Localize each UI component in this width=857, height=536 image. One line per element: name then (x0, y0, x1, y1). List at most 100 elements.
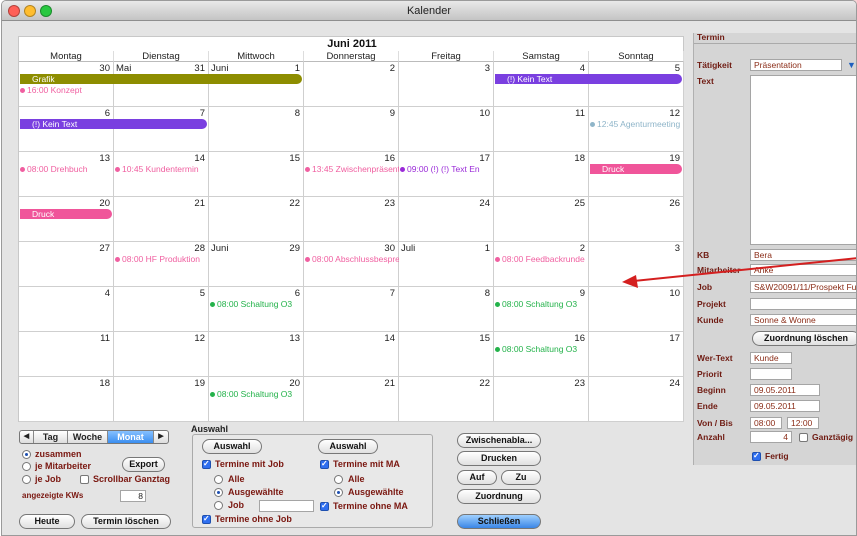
allday-event-bar[interactable]: (!) Kein Text (20, 119, 207, 129)
zuordnung-button[interactable]: Zuordnung (457, 489, 541, 504)
job-filter-field[interactable] (259, 500, 314, 512)
beginn-field[interactable]: 09.05.2011 (750, 384, 820, 396)
day-cell[interactable]: 6 (19, 107, 114, 152)
day-cell[interactable]: 4 (494, 62, 589, 107)
day-cell[interactable]: 3 (589, 242, 684, 287)
day-cell[interactable]: 15 (209, 152, 304, 197)
day-cell[interactable]: 11 (494, 107, 589, 152)
day-cell[interactable]: 10 (399, 107, 494, 152)
timed-event[interactable]: 08:00 Abschlussbesprechung (304, 254, 399, 265)
timed-event[interactable]: 16:00 Konzept (19, 85, 114, 96)
day-cell[interactable]: 22 (399, 377, 494, 422)
day-cell[interactable]: 14 (304, 332, 399, 377)
day-cell[interactable]: 22 (209, 197, 304, 242)
checkbox-termine-mit-job[interactable] (202, 459, 211, 469)
radio-ausgewaehlte-ma[interactable] (334, 488, 343, 497)
timed-event[interactable]: 08:00 Schaltung O3 (494, 344, 589, 355)
prioritaet-field[interactable] (750, 368, 792, 380)
checkbox-termine-ohne-job[interactable] (202, 514, 211, 524)
tab-tag[interactable]: Tag (34, 431, 68, 443)
kws-field[interactable]: 8 (120, 490, 146, 502)
day-cell[interactable]: 11 (19, 332, 114, 377)
day-cell[interactable]: 18 (19, 377, 114, 422)
radio-je-job[interactable] (22, 475, 31, 484)
checkbox-ganztaegig[interactable] (799, 433, 808, 442)
auswahl-job-button[interactable]: Auswahl (202, 439, 262, 454)
mitarbeiter-field[interactable]: Anke (750, 264, 856, 276)
zoom-icon[interactable] (40, 5, 52, 17)
day-cell[interactable]: 24 (399, 197, 494, 242)
kunde-field[interactable]: Sonne & Wonne (750, 314, 856, 326)
day-cell[interactable]: Mai 31 (114, 62, 209, 107)
radio-alle-job[interactable] (214, 475, 223, 484)
checkbox-fertig[interactable] (752, 451, 761, 461)
minimize-icon[interactable] (24, 5, 36, 17)
day-cell[interactable]: 10 (589, 287, 684, 332)
day-cell[interactable]: 27 (19, 242, 114, 287)
zu-button[interactable]: Zu (501, 470, 541, 485)
tab-woche[interactable]: Woche (68, 431, 108, 443)
timed-event[interactable]: 08:00 HF Produktion (114, 254, 209, 265)
wer-text-field[interactable]: Kunde (750, 352, 792, 364)
drucken-button[interactable]: Drucken (457, 451, 541, 466)
timed-event[interactable]: 13:45 Zwischenpräsentation (304, 164, 399, 175)
taetigkeit-select[interactable]: Präsentation (750, 59, 842, 71)
day-cell[interactable]: 25 (494, 197, 589, 242)
day-cell[interactable]: 26 (589, 197, 684, 242)
zwischenablage-button[interactable]: Zwischenabla... (457, 433, 541, 448)
day-cell[interactable]: 18 (494, 152, 589, 197)
day-cell[interactable]: 24 (589, 377, 684, 422)
timed-event[interactable]: 09:00 (!) (!) Text En (399, 164, 494, 175)
day-cell[interactable]: 7 (114, 107, 209, 152)
schliessen-button[interactable]: Schließen (457, 514, 541, 529)
day-cell[interactable]: 17 (589, 332, 684, 377)
day-cell[interactable]: 8 (399, 287, 494, 332)
checkbox-termine-mit-ma[interactable] (320, 459, 329, 469)
checkbox-scrollbar-ganztag[interactable] (80, 475, 89, 484)
close-icon[interactable] (8, 5, 20, 17)
allday-event-bar[interactable]: (!) Kein Text (495, 74, 682, 84)
day-cell[interactable]: 15 (399, 332, 494, 377)
day-cell[interactable]: 3 (399, 62, 494, 107)
day-cell[interactable]: 7 (304, 287, 399, 332)
day-cell[interactable]: 19 (114, 377, 209, 422)
text-area[interactable] (750, 75, 856, 245)
day-cell[interactable]: 12 (114, 332, 209, 377)
day-cell[interactable]: 20 (19, 197, 114, 242)
next-button[interactable]: ▶ (154, 431, 168, 443)
day-cell[interactable]: 21 (304, 377, 399, 422)
day-cell[interactable]: 8 (209, 107, 304, 152)
day-cell[interactable]: Juni 1 (209, 62, 304, 107)
timed-event[interactable]: 12:45 Agenturmeeting (589, 119, 684, 130)
chevron-down-icon[interactable]: ▼ (847, 60, 856, 70)
termin-loeschen-button[interactable]: Termin löschen (81, 514, 171, 529)
timed-event[interactable]: 08:00 Schaltung O3 (494, 299, 589, 310)
timed-event[interactable]: 08:00 Schaltung O3 (209, 389, 304, 400)
day-cell[interactable]: Juni 29 (209, 242, 304, 287)
allday-event-bar[interactable]: Druck (590, 164, 682, 174)
checkbox-termine-ohne-ma[interactable] (320, 501, 329, 511)
radio-alle-ma[interactable] (334, 475, 343, 484)
radio-je-mitarbeiter[interactable] (22, 462, 31, 471)
day-cell[interactable]: 9 (304, 107, 399, 152)
export-button[interactable]: Export (122, 457, 165, 472)
job-field[interactable]: S&W20091/11/Prospekt Fus (750, 281, 856, 293)
day-cell[interactable]: 23 (494, 377, 589, 422)
allday-event-bar[interactable]: Grafik (20, 74, 302, 84)
prev-button[interactable]: ◀ (20, 431, 34, 443)
day-cell[interactable]: 13 (209, 332, 304, 377)
day-cell[interactable]: 19 (589, 152, 684, 197)
projekt-field[interactable] (750, 298, 856, 310)
timed-event[interactable]: 10:45 Kundentermin (114, 164, 209, 175)
allday-event-bar[interactable]: Druck (20, 209, 112, 219)
day-cell[interactable]: 23 (304, 197, 399, 242)
ende-field[interactable]: 09.05.2011 (750, 400, 820, 412)
anzahl-field[interactable]: 4 (750, 431, 792, 443)
radio-job[interactable] (214, 501, 223, 510)
auswahl-ma-button[interactable]: Auswahl (318, 439, 378, 454)
radio-zusammen[interactable] (22, 450, 31, 459)
zuordnung-loeschen-button[interactable]: Zuordnung löschen (752, 331, 856, 346)
tab-monat[interactable]: Monat (108, 431, 154, 443)
day-cell[interactable]: 2 (304, 62, 399, 107)
day-cell[interactable]: Juli 1 (399, 242, 494, 287)
